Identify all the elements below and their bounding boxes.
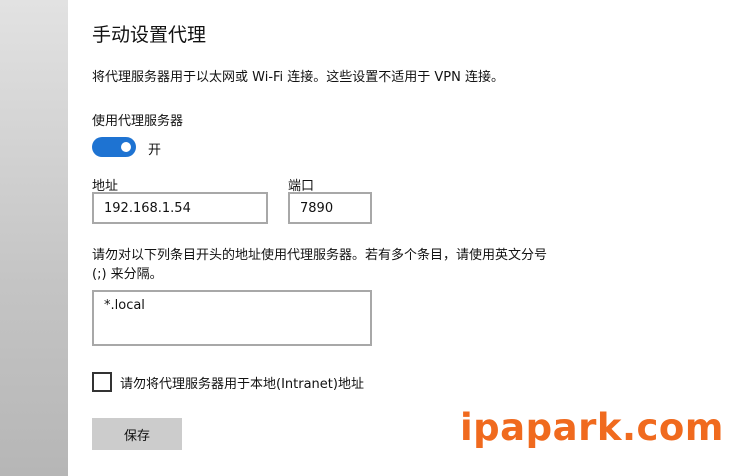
port-input[interactable] xyxy=(288,192,372,224)
background-window-strip xyxy=(0,0,68,476)
address-input[interactable] xyxy=(92,192,268,224)
local-bypass-label: 请勿将代理服务器用于本地(Intranet)地址 xyxy=(120,377,364,392)
page-description: 将代理服务器用于以太网或 Wi-Fi 连接。这些设置不适用于 VPN 连接。 xyxy=(92,70,505,85)
use-proxy-label: 使用代理服务器 xyxy=(92,114,184,129)
watermark-logo: ipapark.com xyxy=(460,406,724,449)
page-title: 手动设置代理 xyxy=(92,24,207,46)
exceptions-input[interactable]: *.local xyxy=(92,290,372,346)
save-button[interactable]: 保存 xyxy=(92,418,182,450)
local-bypass-checkbox[interactable] xyxy=(92,372,112,392)
use-proxy-toggle[interactable] xyxy=(92,137,136,157)
toggle-knob xyxy=(121,142,131,152)
exceptions-description: 请勿对以下列条目开头的地址使用代理服务器。若有多个条目，请使用英文分号 (;) … xyxy=(92,248,548,282)
toggle-state-text: 开 xyxy=(148,143,162,158)
